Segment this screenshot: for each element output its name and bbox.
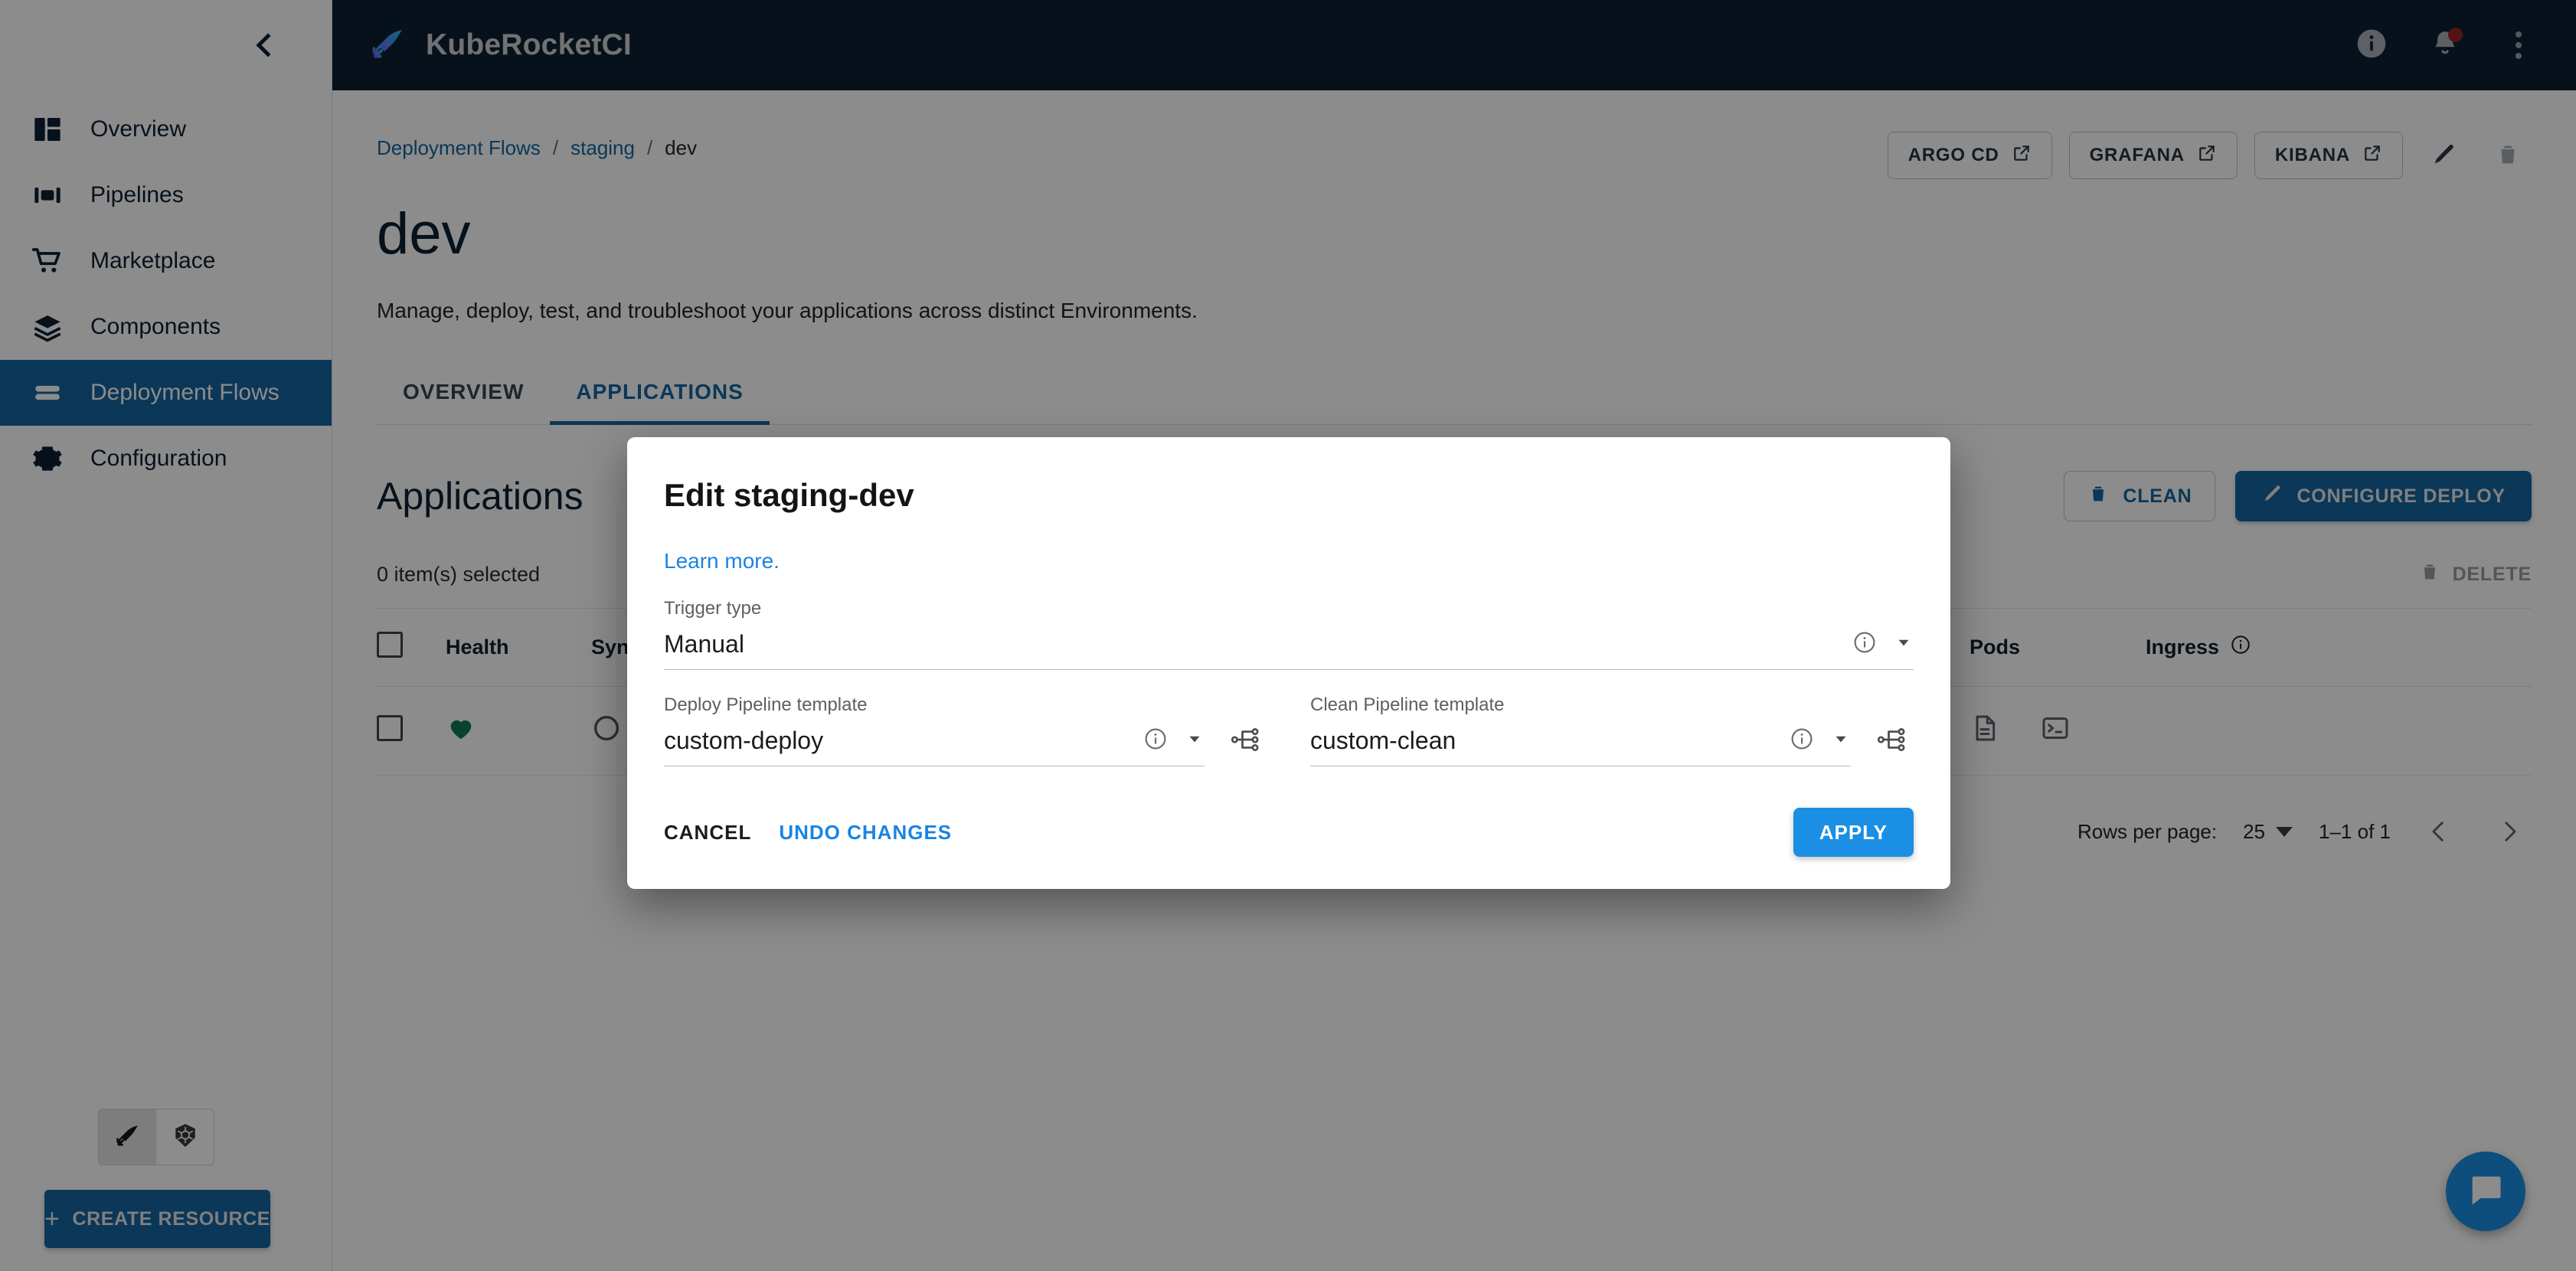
clean-pipeline-template-label: Clean Pipeline template (1310, 694, 1505, 715)
clean-pipeline-template-field: Clean Pipeline template custom-clean (1310, 694, 1851, 766)
trigger-type-adornments (1852, 630, 1914, 658)
caret-down-icon[interactable] (1831, 729, 1851, 753)
edit-environment-dialog: Edit staging-dev Learn more. Trigger typ… (627, 437, 1950, 889)
info-icon[interactable] (1852, 630, 1877, 658)
caret-down-icon[interactable] (1894, 632, 1914, 656)
trigger-type-value: Manual (664, 630, 744, 658)
clean-pipeline-tree-button[interactable] (1869, 719, 1914, 763)
dialog-actions: CANCEL UNDO CHANGES APPLY (664, 766, 1914, 889)
undo-changes-button[interactable]: UNDO CHANGES (779, 821, 952, 845)
clean-template-adornments (1790, 727, 1851, 755)
info-icon[interactable] (1143, 727, 1168, 755)
dialog-title: Edit staging-dev (664, 477, 914, 513)
deploy-pipeline-template-field: Deploy Pipeline template custom-deploy (664, 694, 1205, 766)
pipeline-templates-row: Deploy Pipeline template custom-deploy C… (664, 694, 1914, 766)
deploy-pipeline-template-label: Deploy Pipeline template (664, 694, 868, 715)
trigger-type-field: Trigger type Manual (664, 598, 1914, 670)
clean-pipeline-template-group: Clean Pipeline template custom-clean (1310, 694, 1914, 766)
account-tree-icon (1231, 725, 1260, 758)
learn-more-link[interactable]: Learn more. (664, 549, 780, 573)
clean-pipeline-template-value: custom-clean (1310, 727, 1456, 754)
clean-pipeline-template-input[interactable]: custom-clean (1310, 727, 1851, 766)
trigger-type-label: Trigger type (664, 598, 762, 619)
deploy-pipeline-tree-button[interactable] (1223, 719, 1267, 763)
deploy-pipeline-template-group: Deploy Pipeline template custom-deploy (664, 694, 1267, 766)
caret-down-icon[interactable] (1185, 729, 1205, 753)
deploy-template-adornments (1143, 727, 1205, 755)
deploy-pipeline-template-input[interactable]: custom-deploy (664, 727, 1205, 766)
account-tree-icon (1877, 725, 1906, 758)
deploy-pipeline-template-value: custom-deploy (664, 727, 824, 754)
apply-button[interactable]: APPLY (1793, 808, 1914, 857)
info-icon[interactable] (1790, 727, 1814, 755)
app-root: Overview Pipelines Marketplace Component… (0, 0, 2576, 1271)
cancel-button[interactable]: CANCEL (664, 821, 751, 845)
trigger-type-input[interactable]: Manual (664, 630, 1914, 670)
